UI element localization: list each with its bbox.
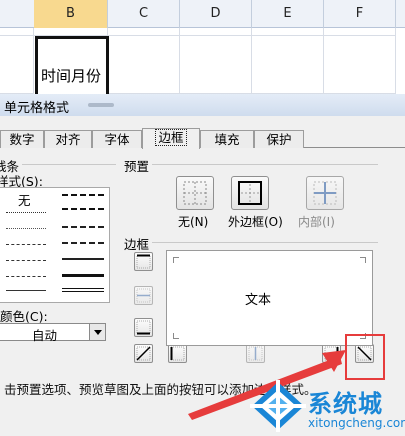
tab-border-label: 边框 xyxy=(155,129,187,146)
grid-cell[interactable] xyxy=(0,28,34,36)
watermark-url: xitongcheng.com xyxy=(308,416,405,430)
selected-cell-b2[interactable]: 时间月份 xyxy=(35,36,109,94)
grid-cell[interactable] xyxy=(252,36,324,94)
grid-cell[interactable] xyxy=(108,28,180,36)
watermark: 系统城 xitongcheng.com xyxy=(248,378,405,436)
column-header-f[interactable]: F xyxy=(324,0,396,28)
grid-cell[interactable] xyxy=(34,28,108,36)
selected-cell-text: 时间月份 xyxy=(41,67,102,85)
column-header-e[interactable]: E xyxy=(252,0,324,28)
grid-cell[interactable] xyxy=(324,28,396,36)
column-header-d[interactable]: D xyxy=(180,0,252,28)
grid-cell[interactable] xyxy=(180,36,252,94)
column-header-b[interactable]: B xyxy=(34,0,108,28)
column-header-row: B C D E F xyxy=(0,0,405,28)
grid-cell[interactable] xyxy=(108,36,180,94)
grid-cell[interactable] xyxy=(180,28,252,36)
column-header-c[interactable]: C xyxy=(108,0,180,28)
tab-border[interactable]: 边框 xyxy=(142,128,200,149)
watermark-title: 系统城 xyxy=(308,390,383,418)
grid-cell[interactable] xyxy=(252,28,324,36)
format-cells-dialog: 单元格格式 数字 对齐 字体 边框 填充 保护 线条 样式(S): 无 颜色(C… xyxy=(0,94,405,436)
spreadsheet-area: B C D E F 时间月份 xyxy=(0,0,405,94)
grid-cell[interactable] xyxy=(324,36,396,94)
watermark-logo-icon xyxy=(250,380,306,432)
grid-cell[interactable] xyxy=(0,36,34,94)
